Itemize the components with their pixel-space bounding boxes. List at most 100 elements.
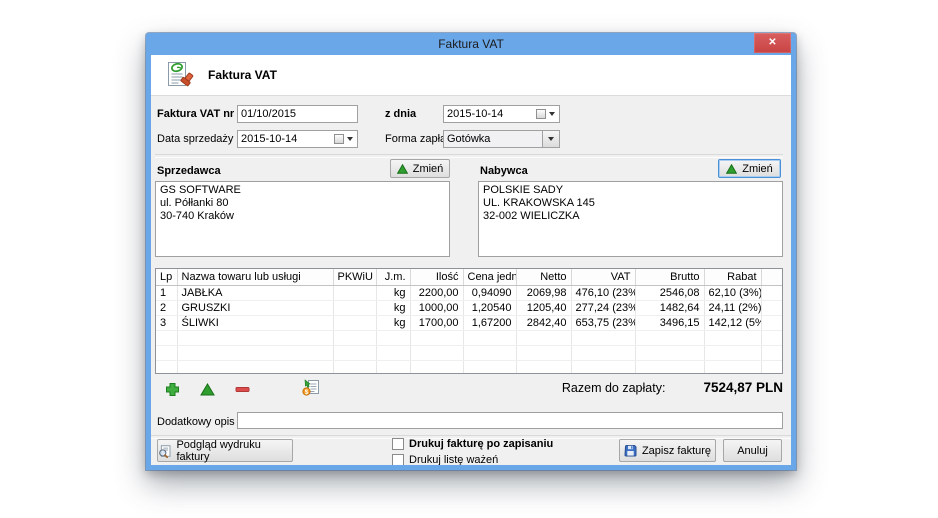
triangle-up-icon bbox=[726, 164, 737, 174]
calendar-icon bbox=[536, 109, 546, 119]
titlebar[interactable]: Faktura VAT ✕ bbox=[146, 33, 796, 55]
buyer-change-button[interactable]: Zmień bbox=[718, 159, 781, 178]
chevron-down-icon bbox=[549, 112, 555, 116]
table-cell: ŚLIWKI bbox=[177, 316, 333, 331]
buyer-line: 32-002 WIELICZKA bbox=[483, 210, 778, 223]
table-cell: 476,10 (23%) bbox=[571, 286, 635, 301]
chevron-down-icon bbox=[347, 137, 353, 141]
print-weighings-label: Drukuj listę ważeń bbox=[409, 454, 498, 465]
print-invoice-checkbox[interactable]: Drukuj fakturę po zapisaniu bbox=[392, 438, 553, 450]
table-row[interactable]: 2GRUSZKIkg1000,001,205401205,40277,24 (2… bbox=[156, 301, 783, 316]
table-cell bbox=[761, 346, 783, 361]
empty-table-row bbox=[156, 361, 783, 375]
table-cell bbox=[635, 331, 704, 346]
payment-form-select[interactable]: Gotówka bbox=[443, 130, 560, 148]
close-icon: ✕ bbox=[768, 37, 776, 48]
column-header[interactable]: J.m. bbox=[376, 269, 410, 286]
buyer-address-box[interactable]: POLSKIE SADY UL. KRAKOWSKA 145 32-002 WI… bbox=[478, 181, 783, 257]
totals: Razem do zapłaty: 7524,87 PLN bbox=[562, 380, 783, 395]
issue-date-label: z dnia bbox=[385, 108, 416, 120]
extra-description-label: Dodatkowy opis bbox=[157, 416, 235, 428]
column-header[interactable]: Rabat bbox=[704, 269, 761, 286]
table-cell: 2 bbox=[156, 301, 177, 316]
cancel-button[interactable]: Anuluj bbox=[723, 439, 782, 462]
seller-address-box[interactable]: GS SOFTWARE ul. Półłanki 80 30-740 Krakó… bbox=[155, 181, 450, 257]
print-weighings-checkbox[interactable]: Drukuj listę ważeń bbox=[392, 454, 498, 465]
column-header[interactable]: PKWiU bbox=[333, 269, 376, 286]
save-invoice-button[interactable]: Zapisz fakturę bbox=[619, 439, 716, 462]
table-cell bbox=[410, 361, 463, 375]
buyer-line: POLSKIE SADY bbox=[483, 184, 778, 197]
print-preview-icon bbox=[158, 444, 171, 458]
calendar-icon bbox=[334, 134, 344, 144]
table-cell bbox=[156, 331, 177, 346]
table-cell bbox=[635, 346, 704, 361]
items-table: LpNazwa towaru lub usługiPKWiUJ.m.IlośćC… bbox=[155, 268, 783, 374]
column-header[interactable]: Ilość bbox=[410, 269, 463, 286]
table-cell: 1 bbox=[156, 286, 177, 301]
table-cell bbox=[704, 331, 761, 346]
table-cell bbox=[704, 361, 761, 375]
table-cell bbox=[761, 316, 783, 331]
invoice-number-label: Faktura VAT nr bbox=[157, 108, 234, 120]
add-item-button[interactable] bbox=[161, 379, 183, 399]
invoice-number-input[interactable] bbox=[237, 105, 358, 123]
dialog-heading: Faktura VAT bbox=[208, 55, 277, 95]
column-header[interactable]: Cena jedn. bbox=[463, 269, 516, 286]
column-header[interactable]: Nazwa towaru lub usługi bbox=[177, 269, 333, 286]
table-cell: 653,75 (23%) bbox=[571, 316, 635, 331]
document-dollar-icon: $ bbox=[302, 378, 320, 396]
table-cell: 1,20540 bbox=[463, 301, 516, 316]
table-cell bbox=[571, 361, 635, 375]
table-row[interactable]: 1JABŁKAkg2200,000,940902069,98476,10 (23… bbox=[156, 286, 783, 301]
table-cell: 0,94090 bbox=[463, 286, 516, 301]
table-cell: 2842,40 bbox=[516, 316, 571, 331]
table-cell: kg bbox=[376, 316, 410, 331]
close-button[interactable]: ✕ bbox=[754, 33, 791, 53]
table-cell: 1205,40 bbox=[516, 301, 571, 316]
seller-change-label: Zmień bbox=[413, 163, 444, 175]
table-cell: 1700,00 bbox=[410, 316, 463, 331]
table-cell bbox=[463, 346, 516, 361]
table-cell bbox=[333, 301, 376, 316]
column-header[interactable]: Netto bbox=[516, 269, 571, 286]
table-cell: JABŁKA bbox=[177, 286, 333, 301]
table-cell bbox=[516, 346, 571, 361]
table-cell: 277,24 (23%) bbox=[571, 301, 635, 316]
svg-text:$: $ bbox=[305, 389, 309, 396]
table-cell bbox=[516, 331, 571, 346]
seller-change-button[interactable]: Zmień bbox=[390, 159, 450, 178]
column-header[interactable]: Brutto bbox=[635, 269, 704, 286]
payments-document-button[interactable]: $ bbox=[300, 377, 322, 397]
issue-date-picker[interactable]: 2015-10-14 bbox=[443, 105, 560, 123]
table-cell bbox=[635, 361, 704, 375]
issue-date-value: 2015-10-14 bbox=[447, 108, 536, 120]
triangle-up-icon bbox=[200, 383, 215, 396]
extra-description-input[interactable] bbox=[237, 412, 783, 429]
edit-item-button[interactable] bbox=[196, 379, 218, 399]
empty-table-row bbox=[156, 346, 783, 361]
seller-line: 30-740 Kraków bbox=[160, 210, 445, 223]
dropdown-button[interactable] bbox=[542, 131, 559, 147]
chevron-down-icon bbox=[548, 137, 554, 141]
remove-item-button[interactable] bbox=[231, 379, 253, 399]
dialog-content: Faktura VAT Faktura VAT nr z dnia 2015-1… bbox=[151, 55, 791, 465]
print-preview-button[interactable]: Podgląd wydruku faktury bbox=[157, 439, 293, 462]
column-header[interactable]: VAT bbox=[571, 269, 635, 286]
triangle-up-icon bbox=[397, 164, 408, 174]
sale-date-value: 2015-10-14 bbox=[241, 133, 334, 145]
table-cell: 2200,00 bbox=[410, 286, 463, 301]
window-title: Faktura VAT bbox=[146, 33, 796, 55]
table-cell: 2069,98 bbox=[516, 286, 571, 301]
table-row[interactable]: 3ŚLIWKIkg1700,001,672002842,40653,75 (23… bbox=[156, 316, 783, 331]
sale-date-picker[interactable]: 2015-10-14 bbox=[237, 130, 358, 148]
save-icon bbox=[624, 444, 637, 457]
payment-form-value: Gotówka bbox=[444, 133, 542, 145]
print-invoice-label: Drukuj fakturę po zapisaniu bbox=[409, 438, 553, 450]
separator bbox=[155, 154, 783, 158]
table-cell: 3 bbox=[156, 316, 177, 331]
column-header[interactable]: Lp bbox=[156, 269, 177, 286]
total-value: 7524,87 PLN bbox=[703, 380, 783, 395]
buyer-label: Nabywca bbox=[480, 165, 528, 177]
table-cell bbox=[463, 331, 516, 346]
